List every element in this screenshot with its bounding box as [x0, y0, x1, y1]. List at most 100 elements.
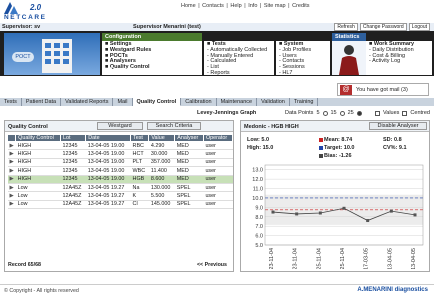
menu-correlations[interactable]: ■ Correlations — [105, 67, 142, 73]
table-row[interactable]: ▶ Low 12A45Z 13-04-05 19.27 Na 130.000 SPEL use… — [7, 183, 233, 193]
col-date[interactable]: Date — [85, 134, 132, 142]
row-arrow-icon[interactable]: ▶ — [7, 141, 16, 151]
cell-analyser: SPEL — [174, 183, 204, 193]
cell-lot: 12345 — [60, 149, 86, 159]
tab-maintenance[interactable]: Maintenance — [217, 98, 258, 106]
nav-help[interactable]: Help — [230, 3, 241, 9]
nav-credits[interactable]: Credits — [292, 3, 309, 9]
tab-quality-control[interactable]: Quality Control — [132, 98, 182, 106]
cell-date: 13-04-05 19.27 — [85, 183, 131, 193]
table-row[interactable]: ▶ HIGH 12345 13-04-05 19.00 HGB 8.600 MED user — [7, 175, 233, 184]
centred-label: Centred — [410, 110, 430, 116]
building-icon — [42, 39, 72, 73]
col-value[interactable]: Value — [148, 134, 176, 142]
table-row[interactable]: ▶ Low 12A45Z 13-04-05 19.27 K 5.500 SPEL user — [7, 191, 233, 201]
nav-site-map[interactable]: Site map — [264, 3, 286, 9]
data-point[interactable] — [413, 213, 417, 217]
row-arrow-icon[interactable]: ▶ — [7, 175, 16, 184]
table-row[interactable]: ▶ HIGH 12345 13-04-05 19.00 WBC 11.400 MED user — [7, 166, 233, 176]
cell-date: 13-04-05 19.00 — [85, 141, 131, 151]
poct-building-illustration: POCT — [4, 33, 100, 75]
data-point[interactable] — [389, 209, 393, 213]
refresh-button[interactable]: Refresh — [334, 23, 358, 31]
cell-quality-control: Low — [15, 183, 61, 193]
westgard-button[interactable]: Westgard — [97, 122, 143, 130]
tab-training[interactable]: Training — [290, 98, 319, 106]
col-analyser[interactable]: Analyser — [174, 134, 204, 142]
radio-15[interactable] — [339, 110, 345, 116]
tab-mail[interactable]: Mail — [113, 98, 133, 106]
chart-panel-title: Medonic - HGB HIGH — [244, 124, 299, 130]
cell-analyser: MED — [174, 166, 204, 176]
search-criteria-button[interactable]: Search Criteria — [147, 122, 201, 130]
bias-swatch — [319, 153, 323, 158]
system-list: ■ System - Job Profiles - Users - Contac… — [276, 41, 330, 78]
chart-panel-header: Medonic - HGB HIGH Disable Analyser — [241, 121, 429, 132]
col-test[interactable]: Test — [130, 134, 150, 142]
mean-stat: Mean: 8.74 — [319, 137, 352, 143]
tab-validation[interactable]: Validation — [257, 98, 290, 106]
cell-value: 357.000 — [148, 158, 175, 168]
change-password-button[interactable]: Change Password — [359, 23, 407, 31]
menu-activity-log[interactable]: - Activity Log — [369, 58, 429, 65]
menu-reports[interactable]: - Reports — [207, 70, 271, 77]
system-menu: ■ System - Job Profiles - Users - Contac… — [276, 33, 330, 78]
row-arrow-icon[interactable]: ▶ — [7, 200, 16, 210]
table-row[interactable]: ▶ HIGH 12345 13-04-05 19.00 RBC 4.290 MED user — [7, 141, 233, 151]
nav-info[interactable]: Info — [248, 3, 257, 9]
centred-checkbox[interactable] — [402, 110, 408, 116]
cell-operator: user — [203, 191, 233, 201]
previous-link[interactable]: << Previous — [197, 262, 227, 268]
cell-analyser: MED — [174, 149, 204, 159]
col-quality-control[interactable]: Quality Control — [15, 134, 62, 142]
table-row[interactable]: ▶ Low 12A45Z 13-04-05 19.27 Cl 145.000 SPEL use… — [7, 200, 233, 210]
row-arrow-icon[interactable]: ▶ — [7, 149, 16, 159]
tests-menu: ■ Tests - Automatically Collected - Manu… — [204, 33, 274, 77]
cell-test: Cl — [130, 200, 149, 210]
data-point[interactable] — [366, 219, 370, 223]
statistics-header[interactable]: Statistics — [332, 33, 366, 41]
table-row[interactable]: ▶ HIGH 12345 13-04-05 19.00 PLT 357.000 MED use… — [7, 158, 233, 168]
data-points-label: Data Points — [285, 110, 314, 116]
disable-analyser-button[interactable]: Disable Analyser — [369, 122, 427, 130]
top-nav: Home | Contacts | Help | Info | Site map… — [181, 3, 310, 9]
mail-notification[interactable]: @ You have got mail (3) — [337, 83, 429, 96]
cell-value: 30.000 — [148, 149, 175, 159]
mail-at-icon: @ — [340, 85, 352, 95]
tab-calibration[interactable]: Calibration — [181, 98, 217, 106]
nav-home[interactable]: Home — [181, 3, 196, 9]
table-row[interactable]: ▶ HIGH 12345 13-04-05 19.00 HCT 30.000 MED user — [7, 149, 233, 159]
y-tick-label: 6.0 — [255, 234, 263, 240]
values-checkbox[interactable] — [375, 110, 380, 116]
nav-contacts[interactable]: Contacts — [202, 3, 224, 9]
data-point[interactable] — [271, 210, 275, 214]
netcare-logo[interactable]: NETCARE 2.0 — [2, 1, 72, 21]
tab-patient-data[interactable]: Patient Data — [22, 98, 62, 106]
row-arrow-icon[interactable]: ▶ — [7, 166, 16, 176]
config-header[interactable]: Configuration — [102, 33, 202, 41]
cell-date: 13-04-05 19.00 — [85, 175, 131, 184]
tab-tests[interactable]: Tests — [0, 98, 22, 106]
col-lot[interactable]: Lot — [60, 134, 87, 142]
row-arrow-icon[interactable]: ▶ — [7, 183, 16, 193]
opt-25-label: 25 — [347, 110, 354, 116]
row-arrow-icon[interactable]: ▶ — [7, 191, 16, 201]
col-operator[interactable]: Operator — [202, 134, 234, 142]
radio-25[interactable] — [356, 110, 362, 116]
menu-hl7[interactable]: - HL7 — [279, 70, 327, 77]
radio-5[interactable] — [322, 110, 328, 116]
data-point[interactable] — [295, 212, 299, 216]
cell-date: 13-04-05 19.27 — [85, 200, 131, 210]
data-point[interactable] — [342, 206, 346, 210]
row-arrow-icon[interactable]: ▶ — [7, 158, 16, 168]
graph-options: Values Centred — [375, 110, 430, 116]
y-tick-label: 12.0 — [252, 177, 263, 183]
tab-validated-reports[interactable]: Validated Reports — [61, 98, 114, 106]
logo-version: 2.0 — [30, 3, 42, 12]
header: NETCARE 2.0 Home | Contacts | Help | Inf… — [0, 0, 434, 22]
data-point[interactable] — [318, 211, 322, 215]
y-tick-label: 11.0 — [253, 187, 263, 193]
logout-button[interactable]: Logout — [408, 23, 430, 31]
supervisor-label: Supervisor: sv — [2, 24, 41, 30]
cell-operator: user — [203, 158, 233, 168]
